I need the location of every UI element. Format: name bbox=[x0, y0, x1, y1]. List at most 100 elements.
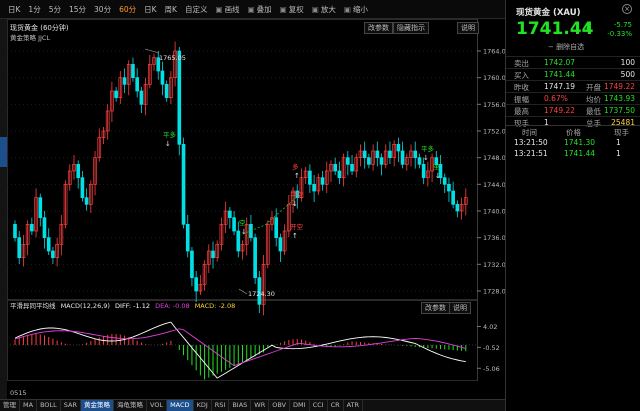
help-button[interactable]: 说明 bbox=[457, 22, 479, 34]
candle-body bbox=[451, 190, 455, 205]
quote-value-2: 500 bbox=[620, 70, 635, 79]
price-axis-label: 1760.00 bbox=[483, 74, 505, 82]
quote-row: 卖出 1742.07 100 bbox=[506, 56, 640, 68]
indicator-tab[interactable]: OBV bbox=[269, 400, 291, 411]
signal-arrow-icon: ↓ bbox=[241, 228, 247, 236]
hide-indicator-button[interactable]: 隐藏指示 bbox=[393, 22, 429, 34]
toolbar-item-1[interactable]: 1分 bbox=[24, 4, 44, 15]
zoom-in-icon: ▣ bbox=[311, 4, 319, 14]
candle-body bbox=[76, 163, 81, 179]
candle-body bbox=[278, 237, 283, 252]
price-axis-label: 1752.00 bbox=[483, 128, 505, 136]
restore-icon: ▣ bbox=[279, 4, 287, 14]
signal-arrow-icon: ↓ bbox=[292, 200, 298, 208]
macd-help-button[interactable]: 说明 bbox=[449, 302, 471, 314]
indicator-tab[interactable]: ATR bbox=[344, 400, 364, 411]
chart-area[interactable]: 1764.00 1760.00 1756.00 1752.00 1748.00 1744.… bbox=[7, 19, 505, 399]
macd-axis-label: -5.06 bbox=[483, 365, 500, 373]
quote-value-2: 1749.22 bbox=[603, 82, 635, 91]
trade-qty: 1 bbox=[616, 149, 621, 158]
side-tab-marker[interactable] bbox=[0, 137, 7, 167]
minus-icon: − bbox=[548, 43, 554, 51]
signal-label: 空 bbox=[433, 162, 440, 171]
signal-arrow-icon: ↑ bbox=[294, 172, 300, 180]
low-price-label: 1724.30 bbox=[248, 290, 275, 298]
quote-row: 昨收 1747.19 开盘 1749.22 bbox=[506, 80, 640, 92]
indicator-tab[interactable]: CR bbox=[328, 400, 344, 411]
signal-label: 空 bbox=[239, 218, 246, 227]
toolbar-item-10[interactable]: ▣ 叠加 bbox=[244, 4, 276, 15]
pencil-icon: ▣ bbox=[215, 4, 223, 14]
toolbar-item-3[interactable]: 15分 bbox=[65, 4, 90, 15]
price-change: -5.75 -0.33% bbox=[607, 21, 632, 38]
toolbar-item-label: 缩小 bbox=[352, 4, 368, 14]
toolbar-item-11[interactable]: ▣ 复权 bbox=[276, 4, 308, 15]
price-axis-label: 1732.00 bbox=[483, 261, 505, 269]
quote-panel: 现货黄金 (XAU) × 1741.44 ⬇ -5.75 -0.33% − 删除… bbox=[505, 0, 640, 411]
left-side-strip bbox=[0, 19, 7, 399]
toolbar-item-label: 复权 bbox=[288, 4, 304, 14]
candle-body bbox=[135, 77, 140, 92]
candle-body bbox=[308, 170, 312, 185]
indicator-tab[interactable]: BIAS bbox=[229, 400, 252, 411]
candle-body bbox=[51, 250, 55, 259]
toolbar-item-label: 日K bbox=[8, 4, 21, 14]
toolbar-item-label: 60分 bbox=[119, 4, 137, 14]
indicator-tab[interactable]: WR bbox=[251, 400, 270, 411]
indicator-tab[interactable]: 海龟策略 bbox=[114, 400, 147, 411]
price-axis-label: 1756.00 bbox=[483, 101, 505, 109]
price-axis-label: 1764.00 bbox=[483, 48, 505, 56]
edit-params-button[interactable]: 改参数 bbox=[364, 22, 393, 34]
candle-body bbox=[190, 250, 194, 279]
candle-body bbox=[13, 223, 17, 239]
toolbar-item-12[interactable]: ▣ 放大 bbox=[308, 4, 340, 15]
toolbar-item-7[interactable]: 周K bbox=[161, 4, 181, 15]
candle-body bbox=[375, 150, 380, 159]
candle-body bbox=[139, 90, 144, 105]
quote-value-2: 1743.93 bbox=[603, 94, 635, 103]
toolbar-item-5[interactable]: 60分 bbox=[115, 4, 140, 15]
candle-body bbox=[274, 217, 279, 239]
indicator-tab[interactable]: MA bbox=[20, 400, 38, 411]
indicator-tab[interactable]: KDJ bbox=[194, 400, 212, 411]
price-axis-label: 1736.00 bbox=[483, 234, 505, 242]
trade-price: 1741.44 bbox=[564, 149, 596, 158]
candle-body bbox=[421, 163, 426, 179]
trade-time: 13:21:51 bbox=[514, 149, 548, 158]
candle-body bbox=[350, 163, 354, 172]
toolbar-item-label: 自定义 bbox=[184, 4, 208, 14]
trade-qty: 1 bbox=[616, 138, 621, 147]
toolbar-item-0[interactable]: 日K bbox=[4, 4, 24, 15]
indicator-tab[interactable]: SAR bbox=[61, 400, 81, 411]
candle-body bbox=[38, 197, 43, 219]
toolbar-item-label: 画线 bbox=[224, 4, 240, 14]
toolbar-item-label: 日K bbox=[144, 4, 157, 14]
indicator-tab[interactable]: BOLL bbox=[37, 400, 61, 411]
current-price: 1741.44 bbox=[516, 19, 594, 39]
close-icon[interactable]: × bbox=[622, 4, 632, 14]
indicator-tab[interactable]: DMI bbox=[290, 400, 310, 411]
toolbar-item-2[interactable]: 5分 bbox=[45, 4, 65, 15]
macd-axis-label: -0.52 bbox=[483, 344, 500, 352]
quote-value: 1747.19 bbox=[544, 82, 576, 91]
strategy-name: 黄金策略 JJCL bbox=[10, 33, 50, 42]
macd-edit-params-button[interactable]: 改参数 bbox=[421, 302, 450, 314]
toolbar-item-9[interactable]: ▣ 画线 bbox=[211, 4, 243, 15]
indicator-tab[interactable]: MACD bbox=[167, 400, 194, 411]
toolbar-item-13[interactable]: ▣ 缩小 bbox=[340, 4, 372, 15]
toolbar-item-label: 周K bbox=[164, 4, 177, 14]
indicator-tab[interactable]: 黄金策略 bbox=[81, 400, 114, 411]
indicator-tab[interactable]: CCI bbox=[310, 400, 328, 411]
remove-favorite-button[interactable]: − 删除自选 bbox=[548, 42, 584, 52]
toolbar-item-6[interactable]: 日K bbox=[140, 4, 160, 15]
indicator-tab[interactable]: RSI bbox=[212, 400, 230, 411]
indicator-tab[interactable]: VOL bbox=[147, 400, 168, 411]
trade-time: 13:21:50 bbox=[514, 138, 548, 147]
quote-value: 1749.22 bbox=[544, 106, 576, 115]
signal-label: 平多 bbox=[421, 144, 435, 153]
trade-header-row: 时间 价格 现手 bbox=[506, 125, 640, 137]
toolbar-item-4[interactable]: 30分 bbox=[90, 4, 115, 15]
quote-row: 最高 1749.22 最低 1737.50 bbox=[506, 104, 640, 116]
indicator-tab[interactable]: 管理 bbox=[0, 400, 20, 411]
toolbar-item-8[interactable]: 自定义 bbox=[181, 4, 212, 15]
